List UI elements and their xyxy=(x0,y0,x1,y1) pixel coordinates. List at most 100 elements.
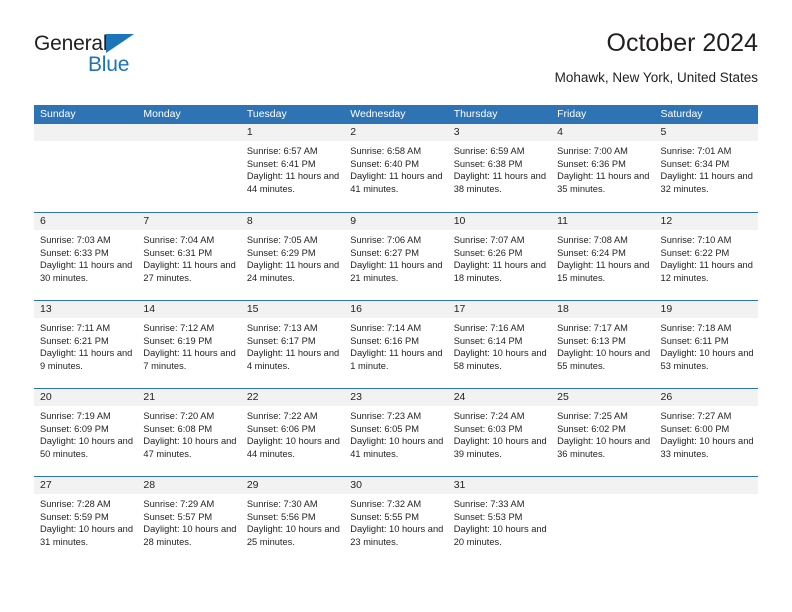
day-number: 28 xyxy=(137,477,241,494)
daylight-text: Daylight: 10 hours and 53 minutes. xyxy=(660,348,754,371)
sunrise-text: Sunrise: 7:03 AM xyxy=(40,235,111,245)
weekday-header-tuesday: Tuesday xyxy=(246,108,287,120)
day-number: 22 xyxy=(240,389,345,406)
daylight-text: Daylight: 10 hours and 28 minutes. xyxy=(143,524,237,547)
day-details: Sunrise: 7:06 AM Sunset: 6:27 PM Daylight:… xyxy=(344,230,447,284)
day-details: Sunrise: 6:59 AM Sunset: 6:38 PM Daylight:… xyxy=(448,141,551,195)
calendar-day-cell[interactable]: 7 Sunrise: 7:04 AM Sunset: 6:31 PM Daylight… xyxy=(137,213,241,300)
calendar-day-cell[interactable]: 12 Sunrise: 7:10 AM Sunset: 6:22 PM Dayligh… xyxy=(654,213,758,300)
calendar-day-cell[interactable]: 10 Sunrise: 7:07 AM Sunset: 6:26 PM Dayligh… xyxy=(447,213,552,300)
day-details: Sunrise: 7:33 AM Sunset: 5:53 PM Daylight:… xyxy=(448,494,551,548)
day-number: 12 xyxy=(654,213,758,230)
daylight-text: Daylight: 11 hours and 44 minutes. xyxy=(246,171,340,194)
calendar-day-cell[interactable]: 3 Sunrise: 6:59 AM Sunset: 6:38 PM Daylight… xyxy=(447,124,552,212)
daylight-text: Daylight: 10 hours and 44 minutes. xyxy=(246,436,340,459)
daylight-text: Daylight: 11 hours and 12 minutes. xyxy=(660,260,753,283)
day-number: 7 xyxy=(137,213,241,230)
day-details: Sunrise: 6:57 AM Sunset: 6:41 PM Daylight:… xyxy=(241,141,344,195)
day-number: 27 xyxy=(34,477,138,494)
day-details: Sunrise: 6:58 AM Sunset: 6:40 PM Daylight:… xyxy=(344,141,447,195)
sunset-text: Sunset: 5:59 PM xyxy=(40,511,109,522)
calendar-day-cell[interactable]: 11 Sunrise: 7:08 AM Sunset: 6:24 PM Dayligh… xyxy=(551,213,655,300)
daylight-text: Daylight: 10 hours and 23 minutes. xyxy=(350,524,444,547)
general-blue-logo: General Blue xyxy=(34,32,154,80)
day-details: Sunrise: 7:20 AM Sunset: 6:08 PM Daylight:… xyxy=(137,406,240,460)
sunrise-text: Sunrise: 7:16 AM xyxy=(453,323,525,333)
sunrise-text: Sunrise: 7:01 AM xyxy=(660,146,732,156)
calendar-day-cell[interactable]: 18 Sunrise: 7:17 AM Sunset: 6:13 PM Dayligh… xyxy=(551,301,655,388)
calendar-day-cell[interactable]: 15 Sunrise: 7:13 AM Sunset: 6:17 PM Dayligh… xyxy=(240,301,345,388)
daylight-text: Daylight: 11 hours and 27 minutes. xyxy=(143,260,236,283)
sunrise-text: Sunrise: 7:08 AM xyxy=(557,235,628,245)
calendar-day-cell[interactable]: 4 Sunrise: 7:00 AM Sunset: 6:36 PM Daylight… xyxy=(551,124,655,212)
sunset-text: Sunset: 6:06 PM xyxy=(246,423,316,434)
day-details: Sunrise: 7:13 AM Sunset: 6:17 PM Daylight:… xyxy=(241,318,344,372)
sunset-text: Sunset: 6:03 PM xyxy=(453,423,523,434)
calendar-day-cell[interactable]: 5 Sunrise: 7:01 AM Sunset: 6:34 PM Daylight… xyxy=(654,124,758,212)
day-number: 14 xyxy=(137,301,241,318)
day-number: 9 xyxy=(344,213,448,230)
calendar-day-cell[interactable]: 20 Sunrise: 7:19 AM Sunset: 6:09 PM Dayligh… xyxy=(34,389,138,476)
calendar-day-cell[interactable]: 1 Sunrise: 6:57 AM Sunset: 6:41 PM Daylight… xyxy=(240,124,345,212)
day-details: Sunrise: 7:25 AM Sunset: 6:02 PM Daylight:… xyxy=(551,406,654,460)
daylight-text: Daylight: 11 hours and 30 minutes. xyxy=(40,260,133,283)
sunset-text: Sunset: 6:05 PM xyxy=(350,423,419,434)
daylight-text: Daylight: 10 hours and 58 minutes. xyxy=(453,348,547,371)
daylight-text: Daylight: 11 hours and 32 minutes. xyxy=(660,171,753,194)
calendar-day-cell[interactable]: 16 Sunrise: 7:14 AM Sunset: 6:16 PM Dayligh… xyxy=(344,301,448,388)
calendar-day-cell[interactable]: 25 Sunrise: 7:25 AM Sunset: 6:02 PM Dayligh… xyxy=(551,389,655,476)
calendar-day-cell[interactable]: 19 Sunrise: 7:18 AM Sunset: 6:11 PM Dayligh… xyxy=(654,301,758,388)
day-details: Sunrise: 7:10 AM Sunset: 6:22 PM Daylight:… xyxy=(655,230,758,284)
day-number: 17 xyxy=(447,301,552,318)
calendar-day-cell[interactable]: 17 Sunrise: 7:16 AM Sunset: 6:14 PM Dayligh… xyxy=(447,301,552,388)
sunset-text: Sunset: 6:36 PM xyxy=(557,158,626,169)
day-details: Sunrise: 7:05 AM Sunset: 6:29 PM Daylight:… xyxy=(241,230,344,284)
calendar-day-cell[interactable]: 23 Sunrise: 7:23 AM Sunset: 6:05 PM Dayligh… xyxy=(344,389,448,476)
daylight-text: Daylight: 11 hours and 7 minutes. xyxy=(143,348,236,371)
calendar-day-cell[interactable]: 13 Sunrise: 7:11 AM Sunset: 6:21 PM Dayligh… xyxy=(34,301,138,388)
weekday-header-friday: Friday xyxy=(557,108,587,120)
calendar-day-cell[interactable]: 26 Sunrise: 7:27 AM Sunset: 6:00 PM Dayligh… xyxy=(654,389,758,476)
calendar-day-cell[interactable]: 2 Sunrise: 6:58 AM Sunset: 6:40 PM Daylight… xyxy=(344,124,448,212)
sunrise-text: Sunrise: 7:29 AM xyxy=(143,499,215,509)
calendar-week-row: 1 Sunrise: 6:57 AM Sunset: 6:41 PM Daylight… xyxy=(34,124,758,212)
calendar-grid: Sunday Monday Tuesday Wednesday Thursday Frid… xyxy=(34,105,758,564)
sunset-text: Sunset: 6:11 PM xyxy=(660,335,729,346)
calendar-day-cell[interactable]: 28 Sunrise: 7:29 AM Sunset: 5:57 PM Dayligh… xyxy=(137,477,241,564)
calendar-day-cell[interactable]: 8 Sunrise: 7:05 AM Sunset: 6:29 PM Daylight… xyxy=(240,213,345,300)
calendar-day-cell[interactable]: 22 Sunrise: 7:22 AM Sunset: 6:06 PM Dayligh… xyxy=(240,389,345,476)
calendar-day-cell[interactable]: 6 Sunrise: 7:03 AM Sunset: 6:33 PM Daylight… xyxy=(34,213,138,300)
calendar-day-cell[interactable]: 30 Sunrise: 7:32 AM Sunset: 5:55 PM Dayligh… xyxy=(344,477,448,564)
sunrise-text: Sunrise: 7:07 AM xyxy=(453,235,525,245)
day-number: 20 xyxy=(34,389,138,406)
calendar-day-cell[interactable]: 24 Sunrise: 7:24 AM Sunset: 6:03 PM Dayligh… xyxy=(447,389,552,476)
title-block: October 2024 Mohawk, New York, United St… xyxy=(555,28,758,87)
calendar-day-cell[interactable]: 9 Sunrise: 7:06 AM Sunset: 6:27 PM Daylight… xyxy=(344,213,448,300)
sunrise-text: Sunrise: 7:24 AM xyxy=(453,411,525,421)
daylight-text: Daylight: 10 hours and 39 minutes. xyxy=(453,436,547,459)
sunset-text: Sunset: 6:40 PM xyxy=(350,158,419,169)
day-number: 5 xyxy=(654,124,758,141)
day-number xyxy=(34,124,138,141)
weekday-header-sunday: Sunday xyxy=(40,108,76,120)
day-number xyxy=(654,477,758,494)
calendar-day-cell[interactable]: 29 Sunrise: 7:30 AM Sunset: 5:56 PM Dayligh… xyxy=(240,477,345,564)
sunrise-text: Sunrise: 7:22 AM xyxy=(246,411,318,421)
day-details: Sunrise: 7:27 AM Sunset: 6:00 PM Daylight:… xyxy=(655,406,758,460)
daylight-text: Daylight: 11 hours and 38 minutes. xyxy=(453,171,547,194)
sunrise-text: Sunrise: 6:57 AM xyxy=(246,146,318,156)
calendar-day-cell[interactable]: 21 Sunrise: 7:20 AM Sunset: 6:08 PM Dayligh… xyxy=(137,389,241,476)
sunrise-text: Sunrise: 7:32 AM xyxy=(350,499,422,509)
calendar-day-cell[interactable]: 27 Sunrise: 7:28 AM Sunset: 5:59 PM Dayligh… xyxy=(34,477,138,564)
page-subtitle: Mohawk, New York, United States xyxy=(554,70,758,85)
daylight-text: Daylight: 10 hours and 41 minutes. xyxy=(350,436,444,459)
daylight-text: Daylight: 10 hours and 25 minutes. xyxy=(246,524,340,547)
day-number: 21 xyxy=(137,389,241,406)
sunrise-text: Sunrise: 7:04 AM xyxy=(143,235,215,245)
sunrise-text: Sunrise: 7:11 AM xyxy=(40,323,111,333)
day-number: 16 xyxy=(344,301,448,318)
day-details: Sunrise: 7:28 AM Sunset: 5:59 PM Daylight:… xyxy=(34,494,137,548)
calendar-day-cell[interactable]: 31 Sunrise: 7:33 AM Sunset: 5:53 PM Dayligh… xyxy=(447,477,552,564)
daylight-text: Daylight: 11 hours and 15 minutes. xyxy=(557,260,650,283)
calendar-day-cell[interactable]: 14 Sunrise: 7:12 AM Sunset: 6:19 PM Dayligh… xyxy=(137,301,241,388)
